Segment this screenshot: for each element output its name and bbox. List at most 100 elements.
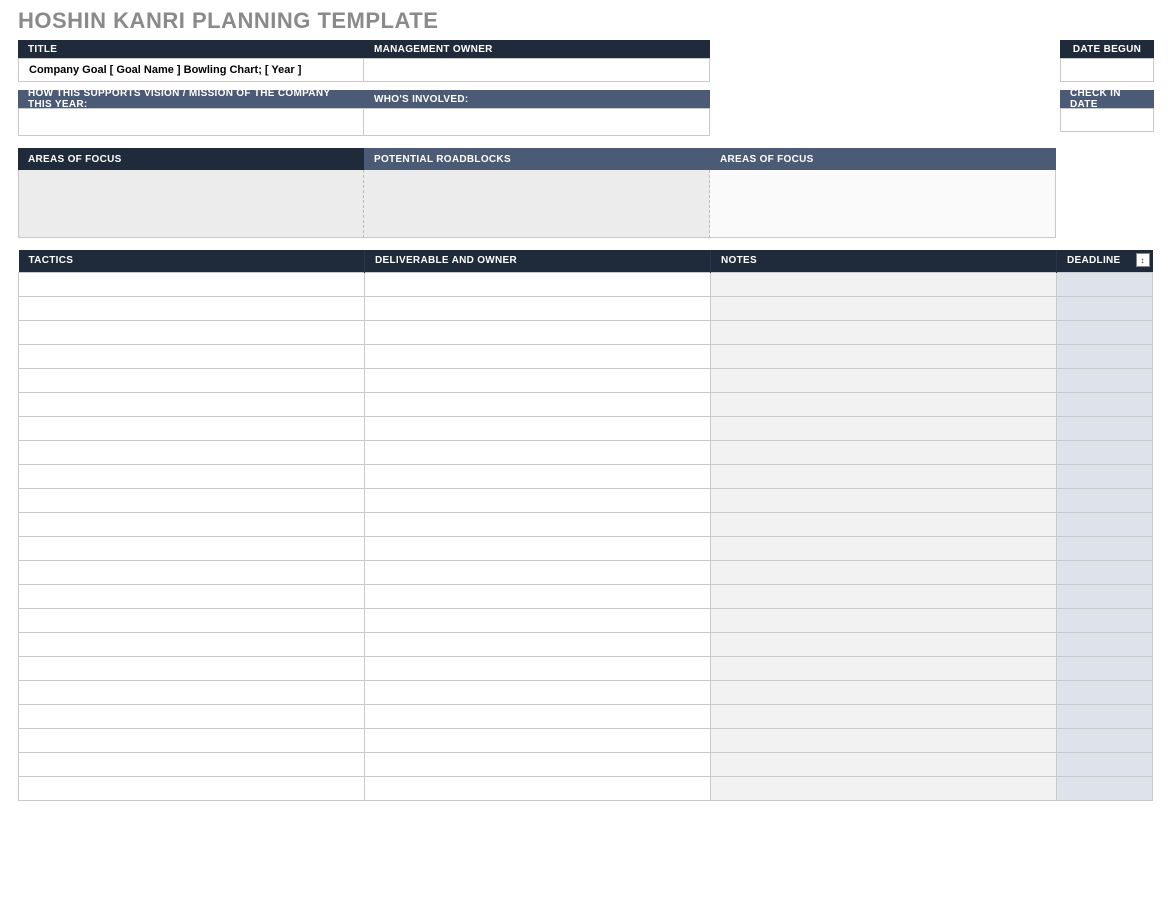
header-deadline[interactable]: DEADLINE ↕ [1057, 250, 1153, 272]
cell-tactics[interactable] [19, 344, 365, 368]
cell-notes[interactable] [711, 560, 1057, 584]
cell-tactics[interactable] [19, 632, 365, 656]
cell-deliverable[interactable] [365, 392, 711, 416]
cell-deadline[interactable] [1057, 728, 1153, 752]
cell-deadline[interactable] [1057, 752, 1153, 776]
cell-notes[interactable] [711, 656, 1057, 680]
cell-notes[interactable] [711, 752, 1057, 776]
cell-notes[interactable] [711, 368, 1057, 392]
cell-tactics[interactable] [19, 488, 365, 512]
cell-deliverable[interactable] [365, 704, 711, 728]
cell-deliverable[interactable] [365, 536, 711, 560]
page-title: HOSHIN KANRI PLANNING TEMPLATE [18, 8, 1154, 34]
cell-notes[interactable] [711, 584, 1057, 608]
cell-tactics[interactable] [19, 704, 365, 728]
cell-tactics[interactable] [19, 368, 365, 392]
cell-deliverable[interactable] [365, 440, 711, 464]
cell-deliverable[interactable] [365, 632, 711, 656]
cell-tactics[interactable] [19, 440, 365, 464]
cell-notes[interactable] [711, 296, 1057, 320]
cell-deliverable[interactable] [365, 752, 711, 776]
cell-deadline[interactable] [1057, 368, 1153, 392]
cell-tactics[interactable] [19, 560, 365, 584]
cell-tactics[interactable] [19, 680, 365, 704]
cell-tactics[interactable] [19, 656, 365, 680]
cell-tactics[interactable] [19, 512, 365, 536]
cell-notes[interactable] [711, 440, 1057, 464]
cell-deliverable[interactable] [365, 728, 711, 752]
cell-deliverable[interactable] [365, 488, 711, 512]
cell-date-begun-value[interactable] [1060, 58, 1154, 82]
cell-tactics[interactable] [19, 752, 365, 776]
cell-notes[interactable] [711, 416, 1057, 440]
cell-deadline[interactable] [1057, 560, 1153, 584]
cell-notes[interactable] [711, 632, 1057, 656]
cell-notes[interactable] [711, 536, 1057, 560]
cell-tactics[interactable] [19, 416, 365, 440]
cell-deadline[interactable] [1057, 440, 1153, 464]
cell-notes[interactable] [711, 608, 1057, 632]
cell-deadline[interactable] [1057, 704, 1153, 728]
cell-notes[interactable] [711, 392, 1057, 416]
cell-deadline[interactable] [1057, 536, 1153, 560]
cell-deadline[interactable] [1057, 584, 1153, 608]
cell-check-in-date-value[interactable] [1060, 108, 1154, 132]
cell-tactics[interactable] [19, 464, 365, 488]
cell-deliverable[interactable] [365, 656, 711, 680]
cell-deliverable[interactable] [365, 416, 711, 440]
cell-whos-involved-value[interactable] [364, 108, 710, 136]
cell-deliverable[interactable] [365, 368, 711, 392]
cell-deliverable[interactable] [365, 272, 711, 296]
cell-deadline[interactable] [1057, 488, 1153, 512]
cell-tactics[interactable] [19, 320, 365, 344]
cell-deadline[interactable] [1057, 656, 1153, 680]
cell-notes[interactable] [711, 776, 1057, 800]
cell-deliverable[interactable] [365, 512, 711, 536]
cell-notes[interactable] [711, 344, 1057, 368]
cell-deadline[interactable] [1057, 344, 1153, 368]
cell-deliverable[interactable] [365, 608, 711, 632]
cell-deadline[interactable] [1057, 392, 1153, 416]
cell-tactics[interactable] [19, 296, 365, 320]
cell-tactics[interactable] [19, 776, 365, 800]
cell-notes[interactable] [711, 464, 1057, 488]
cell-deadline[interactable] [1057, 416, 1153, 440]
cell-deliverable[interactable] [365, 560, 711, 584]
cell-notes[interactable] [711, 320, 1057, 344]
cell-potential-roadblocks[interactable] [364, 170, 710, 238]
cell-deliverable[interactable] [365, 680, 711, 704]
sort-icon[interactable]: ↕ [1136, 253, 1150, 267]
cell-deliverable[interactable] [365, 296, 711, 320]
cell-notes[interactable] [711, 488, 1057, 512]
cell-deadline[interactable] [1057, 272, 1153, 296]
cell-areas-of-focus-2[interactable] [710, 170, 1056, 238]
cell-notes[interactable] [711, 704, 1057, 728]
cell-tactics[interactable] [19, 728, 365, 752]
cell-deadline[interactable] [1057, 296, 1153, 320]
cell-deadline[interactable] [1057, 632, 1153, 656]
cell-deliverable[interactable] [365, 344, 711, 368]
cell-deadline[interactable] [1057, 608, 1153, 632]
cell-notes[interactable] [711, 728, 1057, 752]
cell-deadline[interactable] [1057, 320, 1153, 344]
cell-deliverable[interactable] [365, 584, 711, 608]
cell-deadline[interactable] [1057, 464, 1153, 488]
cell-areas-of-focus-1[interactable] [18, 170, 364, 238]
cell-deadline[interactable] [1057, 776, 1153, 800]
cell-management-owner-value[interactable] [364, 58, 710, 82]
cell-supports-vision-value[interactable] [18, 108, 364, 136]
cell-tactics[interactable] [19, 608, 365, 632]
cell-notes[interactable] [711, 272, 1057, 296]
cell-deliverable[interactable] [365, 464, 711, 488]
cell-deliverable[interactable] [365, 776, 711, 800]
cell-deadline[interactable] [1057, 512, 1153, 536]
cell-deadline[interactable] [1057, 680, 1153, 704]
cell-tactics[interactable] [19, 272, 365, 296]
cell-tactics[interactable] [19, 584, 365, 608]
cell-tactics[interactable] [19, 536, 365, 560]
cell-notes[interactable] [711, 680, 1057, 704]
cell-tactics[interactable] [19, 392, 365, 416]
cell-notes[interactable] [711, 512, 1057, 536]
cell-deliverable[interactable] [365, 320, 711, 344]
cell-title-value[interactable]: Company Goal [ Goal Name ] Bowling Chart… [18, 58, 364, 82]
